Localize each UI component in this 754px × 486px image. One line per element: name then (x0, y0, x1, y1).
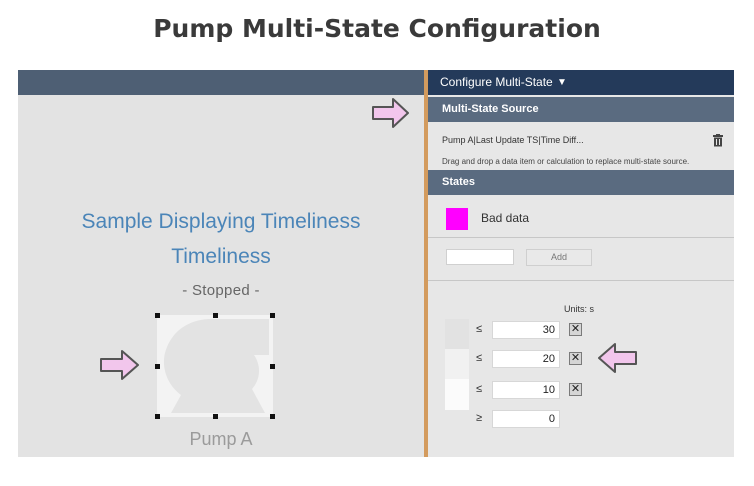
divider (428, 237, 734, 238)
threshold-color-swatch[interactable] (445, 379, 469, 410)
callout-arrow-right-icon (100, 350, 139, 380)
callout-arrow-left-icon (598, 343, 637, 373)
resize-handle-bl[interactable] (155, 414, 160, 419)
threshold-input[interactable]: 20 (492, 350, 560, 368)
section-label: Multi-State Source (442, 103, 539, 115)
threshold-input[interactable]: 30 (492, 321, 560, 339)
configure-dropdown[interactable]: Configure Multi-State ▼ (428, 70, 734, 95)
threshold-operator: ≤ (476, 383, 483, 395)
display-toolbar (18, 70, 424, 95)
add-button[interactable]: Add (526, 249, 592, 266)
remove-threshold-button[interactable]: ✕ (569, 323, 582, 336)
units-label: Units: s (564, 304, 595, 314)
callout-arrow-right-icon (372, 98, 409, 128)
page-title: Pump Multi-State Configuration (153, 14, 601, 43)
caret-down-icon: ▼ (557, 77, 567, 88)
resize-handle-br[interactable] (270, 414, 275, 419)
threshold-operator: ≤ (476, 323, 483, 335)
remove-threshold-button[interactable]: ✕ (569, 352, 582, 365)
threshold-input[interactable]: 0 (492, 410, 560, 428)
multi-state-source-header[interactable]: Multi-State Source (428, 97, 734, 122)
divider (428, 280, 734, 281)
resize-handle-ml[interactable] (155, 364, 160, 369)
pump-icon (157, 315, 273, 417)
threshold-input[interactable]: 10 (492, 381, 560, 399)
state-color-swatch[interactable] (446, 208, 468, 230)
display-pane: Sample Displaying Timeliness Timeliness … (18, 70, 424, 457)
resize-handle-mr[interactable] (270, 364, 275, 369)
threshold-operator: ≥ (476, 412, 483, 424)
resize-handle-tr[interactable] (270, 313, 275, 318)
states-header[interactable]: States (428, 170, 734, 195)
trash-icon[interactable] (712, 134, 724, 147)
threshold-color-swatch[interactable] (445, 319, 469, 349)
threshold-color-swatch[interactable] (445, 349, 469, 379)
display-title: Sample Displaying Timeliness (81, 210, 361, 233)
multi-state-source-value[interactable]: Pump A|Last Update TS|Time Diff... (442, 135, 584, 145)
remove-threshold-button[interactable]: ✕ (569, 383, 582, 396)
configure-title: Configure Multi-State (440, 75, 553, 89)
source-hint-text: Drag and drop a data item or calculation… (442, 157, 690, 166)
timeliness-label: Timeliness (171, 245, 271, 268)
resize-handle-tl[interactable] (155, 313, 160, 318)
pump-label: Pump A (189, 429, 253, 449)
new-state-input[interactable] (446, 249, 514, 265)
multi-state-text: - Stopped - (182, 282, 260, 299)
configure-panel: Configure Multi-State ▼ Multi-State Sour… (428, 70, 734, 457)
threshold-operator: ≤ (476, 352, 483, 364)
resize-handle-tm[interactable] (213, 313, 218, 318)
section-label: States (442, 176, 476, 188)
resize-handle-bm[interactable] (213, 414, 218, 419)
pump-symbol-selected[interactable] (155, 313, 275, 419)
state-name: Bad data (481, 211, 530, 225)
